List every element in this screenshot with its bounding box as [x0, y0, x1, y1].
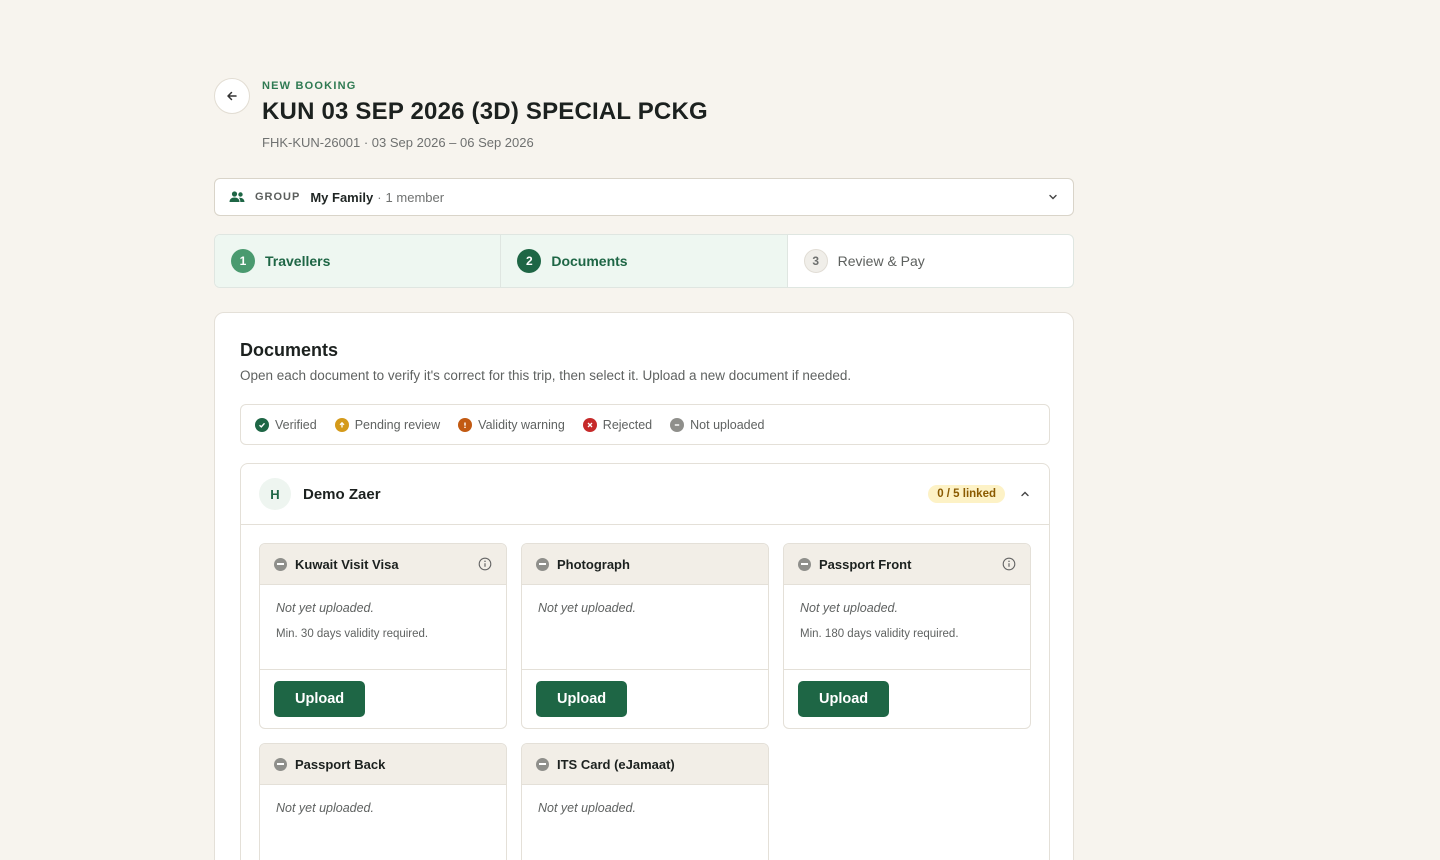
step-label: Review & Pay	[837, 253, 925, 269]
step-number: 3	[803, 249, 828, 273]
step-label: Travellers	[265, 253, 331, 269]
chevron-down-icon	[1047, 191, 1059, 203]
arrow-up-circle-icon	[334, 417, 349, 432]
legend-label: Pending review	[354, 417, 441, 432]
document-title: Passport Back	[295, 756, 386, 772]
upload-button[interactable]: Upload	[798, 681, 890, 717]
document-header: Passport Back	[260, 744, 506, 785]
page-title: KUN 03 SEP 2026 (3D) SPECIAL PCKG	[262, 98, 708, 125]
document-card-passport-back: Passport Back Not yet uploaded.	[259, 743, 507, 860]
document-status: Not yet uploaded.	[800, 601, 898, 615]
step-label: Documents	[551, 253, 628, 269]
linked-count-badge: 0 / 5 linked	[928, 485, 1005, 503]
status-legend: Verified Pending review Validity warning…	[240, 404, 1050, 445]
page-subtitle: FHK-KUN-26001 · 03 Sep 2026 – 06 Sep 202…	[262, 135, 534, 150]
document-card-photograph: Photograph Not yet uploaded. Upload	[521, 543, 769, 729]
document-body: Not yet uploaded.	[522, 785, 768, 860]
check-circle-icon	[255, 417, 269, 432]
document-title: ITS Card (eJamaat)	[557, 756, 675, 772]
document-footer: Upload	[522, 670, 768, 728]
arrow-left-icon	[227, 91, 237, 101]
document-requirement: Min. 180 days validity required.	[800, 628, 959, 640]
document-status: Not yet uploaded.	[276, 801, 374, 815]
minus-circle-icon	[536, 557, 549, 571]
documents-description: Open each document to verify it's correc…	[240, 368, 852, 383]
documents-title: Documents	[240, 340, 339, 360]
minus-circle-icon	[274, 757, 287, 771]
info-icon[interactable]	[1002, 557, 1016, 571]
group-name: My Family	[310, 189, 374, 205]
x-circle-icon	[582, 417, 597, 432]
legend-pending: Pending review	[334, 417, 441, 432]
document-title: Kuwait Visit Visa	[295, 556, 399, 572]
traveller-panel: H Demo Zaer 0 / 5 linked Kuwait Visit Vi…	[240, 463, 1050, 860]
document-card-kuwait-visit-visa: Kuwait Visit Visa Not yet uploaded. Min.…	[259, 543, 507, 729]
traveller-name: Demo Zaer	[303, 485, 381, 503]
document-status: Not yet uploaded.	[276, 601, 374, 615]
legend-label: Not uploaded	[690, 417, 765, 432]
step-number: 1	[231, 249, 255, 273]
legend-not-uploaded: Not uploaded	[670, 417, 765, 432]
traveller-header[interactable]: H Demo Zaer 0 / 5 linked	[241, 464, 1049, 525]
people-icon	[229, 190, 245, 204]
group-member-count: 1 member	[385, 189, 445, 205]
legend-label: Verified	[275, 417, 317, 432]
document-header: Passport Front	[784, 544, 1030, 585]
document-body: Not yet uploaded.	[260, 785, 506, 860]
document-status: Not yet uploaded.	[538, 801, 636, 815]
document-footer: Upload	[260, 670, 506, 728]
document-body: Not yet uploaded. Min. 180 days validity…	[784, 585, 1030, 670]
group-label: GROUP	[255, 191, 301, 203]
page-eyebrow: NEW BOOKING	[262, 80, 357, 92]
group-selector[interactable]: GROUP My Family · 1 member	[214, 178, 1074, 216]
step-travellers[interactable]: 1 Travellers	[215, 235, 502, 287]
minus-circle-icon	[670, 417, 685, 432]
document-header: ITS Card (eJamaat)	[522, 744, 768, 785]
minus-circle-icon	[536, 757, 549, 771]
document-requirement: Min. 30 days validity required.	[276, 628, 429, 640]
legend-validity-warning: Validity warning	[458, 417, 565, 432]
upload-button[interactable]: Upload	[536, 681, 628, 717]
document-body: Not yet uploaded. Min. 30 days validity …	[260, 585, 506, 670]
group-separator: ·	[377, 189, 382, 205]
back-button[interactable]	[214, 78, 250, 114]
legend-rejected: Rejected	[582, 417, 653, 432]
step-documents[interactable]: 2 Documents	[501, 235, 788, 287]
legend-label: Validity warning	[478, 417, 565, 432]
step-review-pay[interactable]: 3 Review & Pay	[788, 235, 1073, 287]
exclamation-circle-icon	[458, 417, 473, 432]
booking-steps: 1 Travellers 2 Documents 3 Review & Pay	[214, 234, 1074, 288]
minus-circle-icon	[798, 557, 811, 571]
documents-card: Documents Open each document to verify i…	[214, 312, 1074, 860]
document-status: Not yet uploaded.	[538, 601, 636, 615]
document-card-its-card: ITS Card (eJamaat) Not yet uploaded.	[521, 743, 769, 860]
document-footer: Upload	[784, 670, 1030, 728]
upload-button[interactable]: Upload	[274, 681, 366, 717]
avatar: H	[259, 478, 291, 510]
legend-label: Rejected	[602, 417, 653, 432]
document-title: Photograph	[557, 556, 630, 572]
chevron-up-icon[interactable]	[1019, 488, 1031, 500]
minus-circle-icon	[274, 557, 287, 571]
info-icon[interactable]	[478, 557, 492, 571]
document-title: Passport Front	[819, 556, 912, 572]
document-header: Kuwait Visit Visa	[260, 544, 506, 585]
document-header: Photograph	[522, 544, 768, 585]
document-card-passport-front: Passport Front Not yet uploaded. Min. 18…	[783, 543, 1031, 729]
document-body: Not yet uploaded.	[522, 585, 768, 670]
step-number: 2	[517, 249, 542, 273]
legend-verified: Verified	[255, 417, 317, 432]
